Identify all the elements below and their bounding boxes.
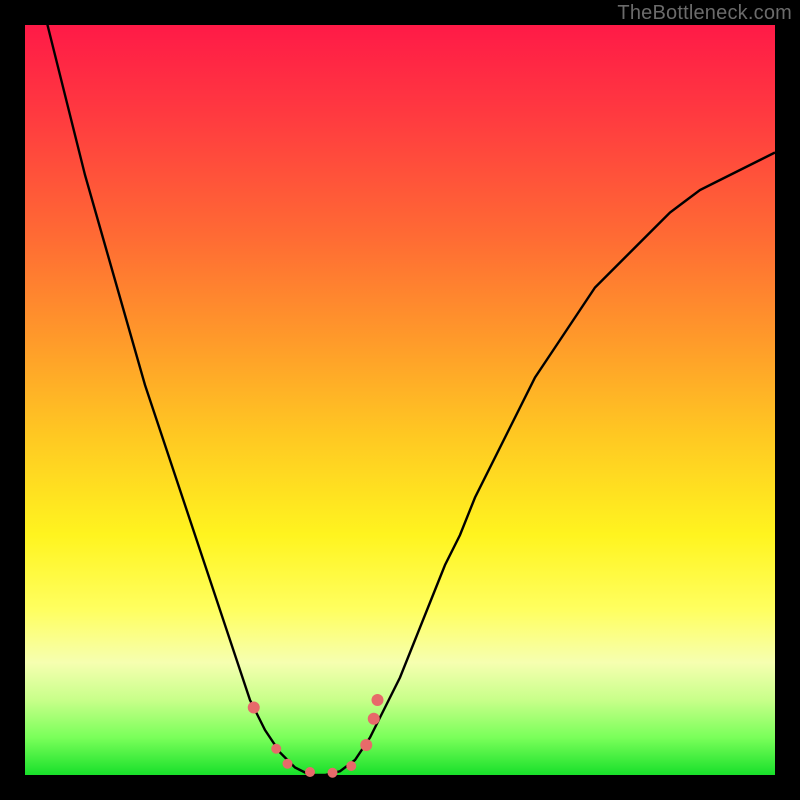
- bottleneck-curve: [25, 0, 775, 775]
- chart-frame: TheBottleneck.com: [0, 0, 800, 800]
- marker-dot: [248, 702, 260, 714]
- marker-dot: [372, 694, 384, 706]
- marker-dot: [283, 759, 293, 769]
- marker-dot: [360, 739, 372, 751]
- watermark-text: TheBottleneck.com: [617, 2, 792, 25]
- curve-svg: [25, 25, 775, 775]
- marker-dot: [271, 744, 281, 754]
- marker-dot: [305, 767, 315, 777]
- marker-dot: [328, 768, 338, 778]
- marker-dot: [346, 761, 356, 771]
- plot-area: [25, 25, 775, 775]
- marker-dot: [368, 713, 380, 725]
